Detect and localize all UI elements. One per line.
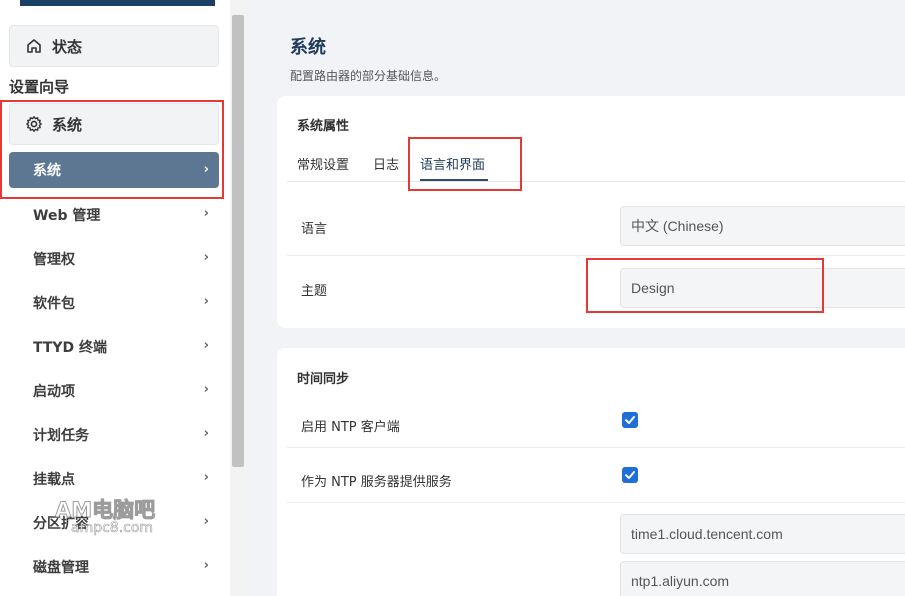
chevron-right-icon: ›: [203, 382, 209, 397]
system-properties-card: 系统属性 常规设置 日志 语言和界面 语言 中文 (Chinese) 主题 De…: [277, 96, 905, 328]
chevron-right-icon: ›: [203, 558, 209, 573]
chevron-right-icon: ›: [203, 338, 209, 353]
home-icon: [24, 36, 44, 56]
sidebar-item-label: 状态: [52, 37, 83, 56]
sidebar-item-disk-management[interactable]: 磁盘管理 ›: [9, 549, 219, 585]
ntp-client-label: 启用 NTP 客户端: [301, 420, 400, 435]
sidebar-item-packages[interactable]: 软件包 ›: [9, 285, 219, 321]
ntp-client-row: 启用 NTP 客户端: [287, 394, 905, 448]
time-sync-card: 时间同步 启用 NTP 客户端 作为 NTP 服务器提供服务 time1.clo…: [277, 348, 905, 596]
sidebar-item-label: 启动项: [33, 384, 75, 400]
sidebar-item-scheduled-tasks[interactable]: 计划任务 ›: [9, 417, 219, 453]
chevron-right-icon: ›: [203, 294, 209, 309]
sidebar-item-label: 软件包: [33, 296, 75, 312]
sidebar-item-web-admin[interactable]: Web 管理 ›: [9, 197, 219, 233]
gear-icon: [24, 114, 44, 134]
card-title: 时间同步: [297, 372, 350, 387]
ntp-server-checkbox[interactable]: [622, 467, 638, 483]
sidebar-item-label: 系统: [52, 115, 83, 134]
main-content: 系统 配置路由器的部分基础信息。 系统属性 常规设置 日志 语言和界面 语言 中…: [246, 0, 905, 596]
sidebar-item-admin[interactable]: 管理权 ›: [9, 241, 219, 277]
ntp-server-input-1[interactable]: time1.cloud.tencent.com: [620, 514, 905, 554]
sidebar-sub-item-system[interactable]: 系统 ›: [9, 152, 219, 188]
active-tab-indicator: [420, 179, 488, 181]
sidebar-item-label: 计划任务: [33, 428, 89, 444]
sidebar-item-label: TTYD 终端: [33, 340, 108, 356]
check-icon: [625, 471, 635, 479]
page-description: 配置路由器的部分基础信息。: [290, 69, 447, 83]
sidebar: 状态 设置向导 系统 系统 › Web 管理 › 管理权 › 软件包 › TTY…: [0, 0, 230, 596]
theme-select[interactable]: Design: [620, 268, 905, 308]
sidebar-item-startup[interactable]: 启动项 ›: [9, 373, 219, 409]
page-title: 系统: [290, 37, 326, 58]
tab-logging[interactable]: 日志: [373, 154, 399, 173]
chevron-right-icon: ›: [203, 206, 209, 221]
sidebar-item-status[interactable]: 状态: [9, 25, 219, 67]
ntp-client-checkbox[interactable]: [622, 412, 638, 428]
chevron-right-icon: ›: [203, 470, 209, 485]
sidebar-item-system[interactable]: 系统: [9, 103, 219, 145]
sidebar-item-label: Web 管理: [33, 208, 101, 224]
sidebar-item-label: 管理权: [33, 252, 75, 268]
sidebar-item-label: 磁盘管理: [33, 560, 89, 576]
check-icon: [625, 416, 635, 424]
chevron-right-icon: ›: [203, 250, 209, 265]
chevron-right-icon: ›: [203, 162, 209, 177]
sidebar-item-label: 系统: [33, 163, 61, 179]
theme-label: 主题: [301, 284, 328, 299]
ntp-server-input-2[interactable]: ntp1.aliyun.com: [620, 561, 905, 596]
sidebar-scrollbar-thumb[interactable]: [232, 15, 244, 467]
sidebar-item-label: 挂载点: [33, 472, 75, 488]
ntp-server-row: 作为 NTP 服务器提供服务: [287, 448, 905, 503]
language-select[interactable]: 中文 (Chinese): [620, 206, 905, 246]
brand-logo: [20, 0, 215, 6]
chevron-right-icon: ›: [203, 514, 209, 529]
language-label: 语言: [301, 222, 328, 237]
card-title: 系统属性: [297, 119, 350, 134]
sidebar-item-setup-wizard[interactable]: 设置向导: [9, 76, 69, 97]
chevron-right-icon: ›: [203, 426, 209, 441]
sidebar-item-ttyd[interactable]: TTYD 终端 ›: [9, 329, 219, 365]
tab-bar: 常规设置 日志 语言和界面: [287, 146, 905, 182]
theme-row: 主题 Design: [287, 256, 905, 318]
tab-general-settings[interactable]: 常规设置: [297, 154, 349, 173]
ntp-server-label: 作为 NTP 服务器提供服务: [301, 475, 452, 490]
sidebar-item-partition-expand[interactable]: 分区扩容 ›: [9, 505, 219, 541]
language-row: 语言 中文 (Chinese): [287, 194, 905, 256]
tab-language-and-style[interactable]: 语言和界面: [420, 154, 485, 173]
sidebar-item-label: 分区扩容: [33, 516, 89, 532]
sidebar-item-mount-points[interactable]: 挂载点 ›: [9, 461, 219, 497]
